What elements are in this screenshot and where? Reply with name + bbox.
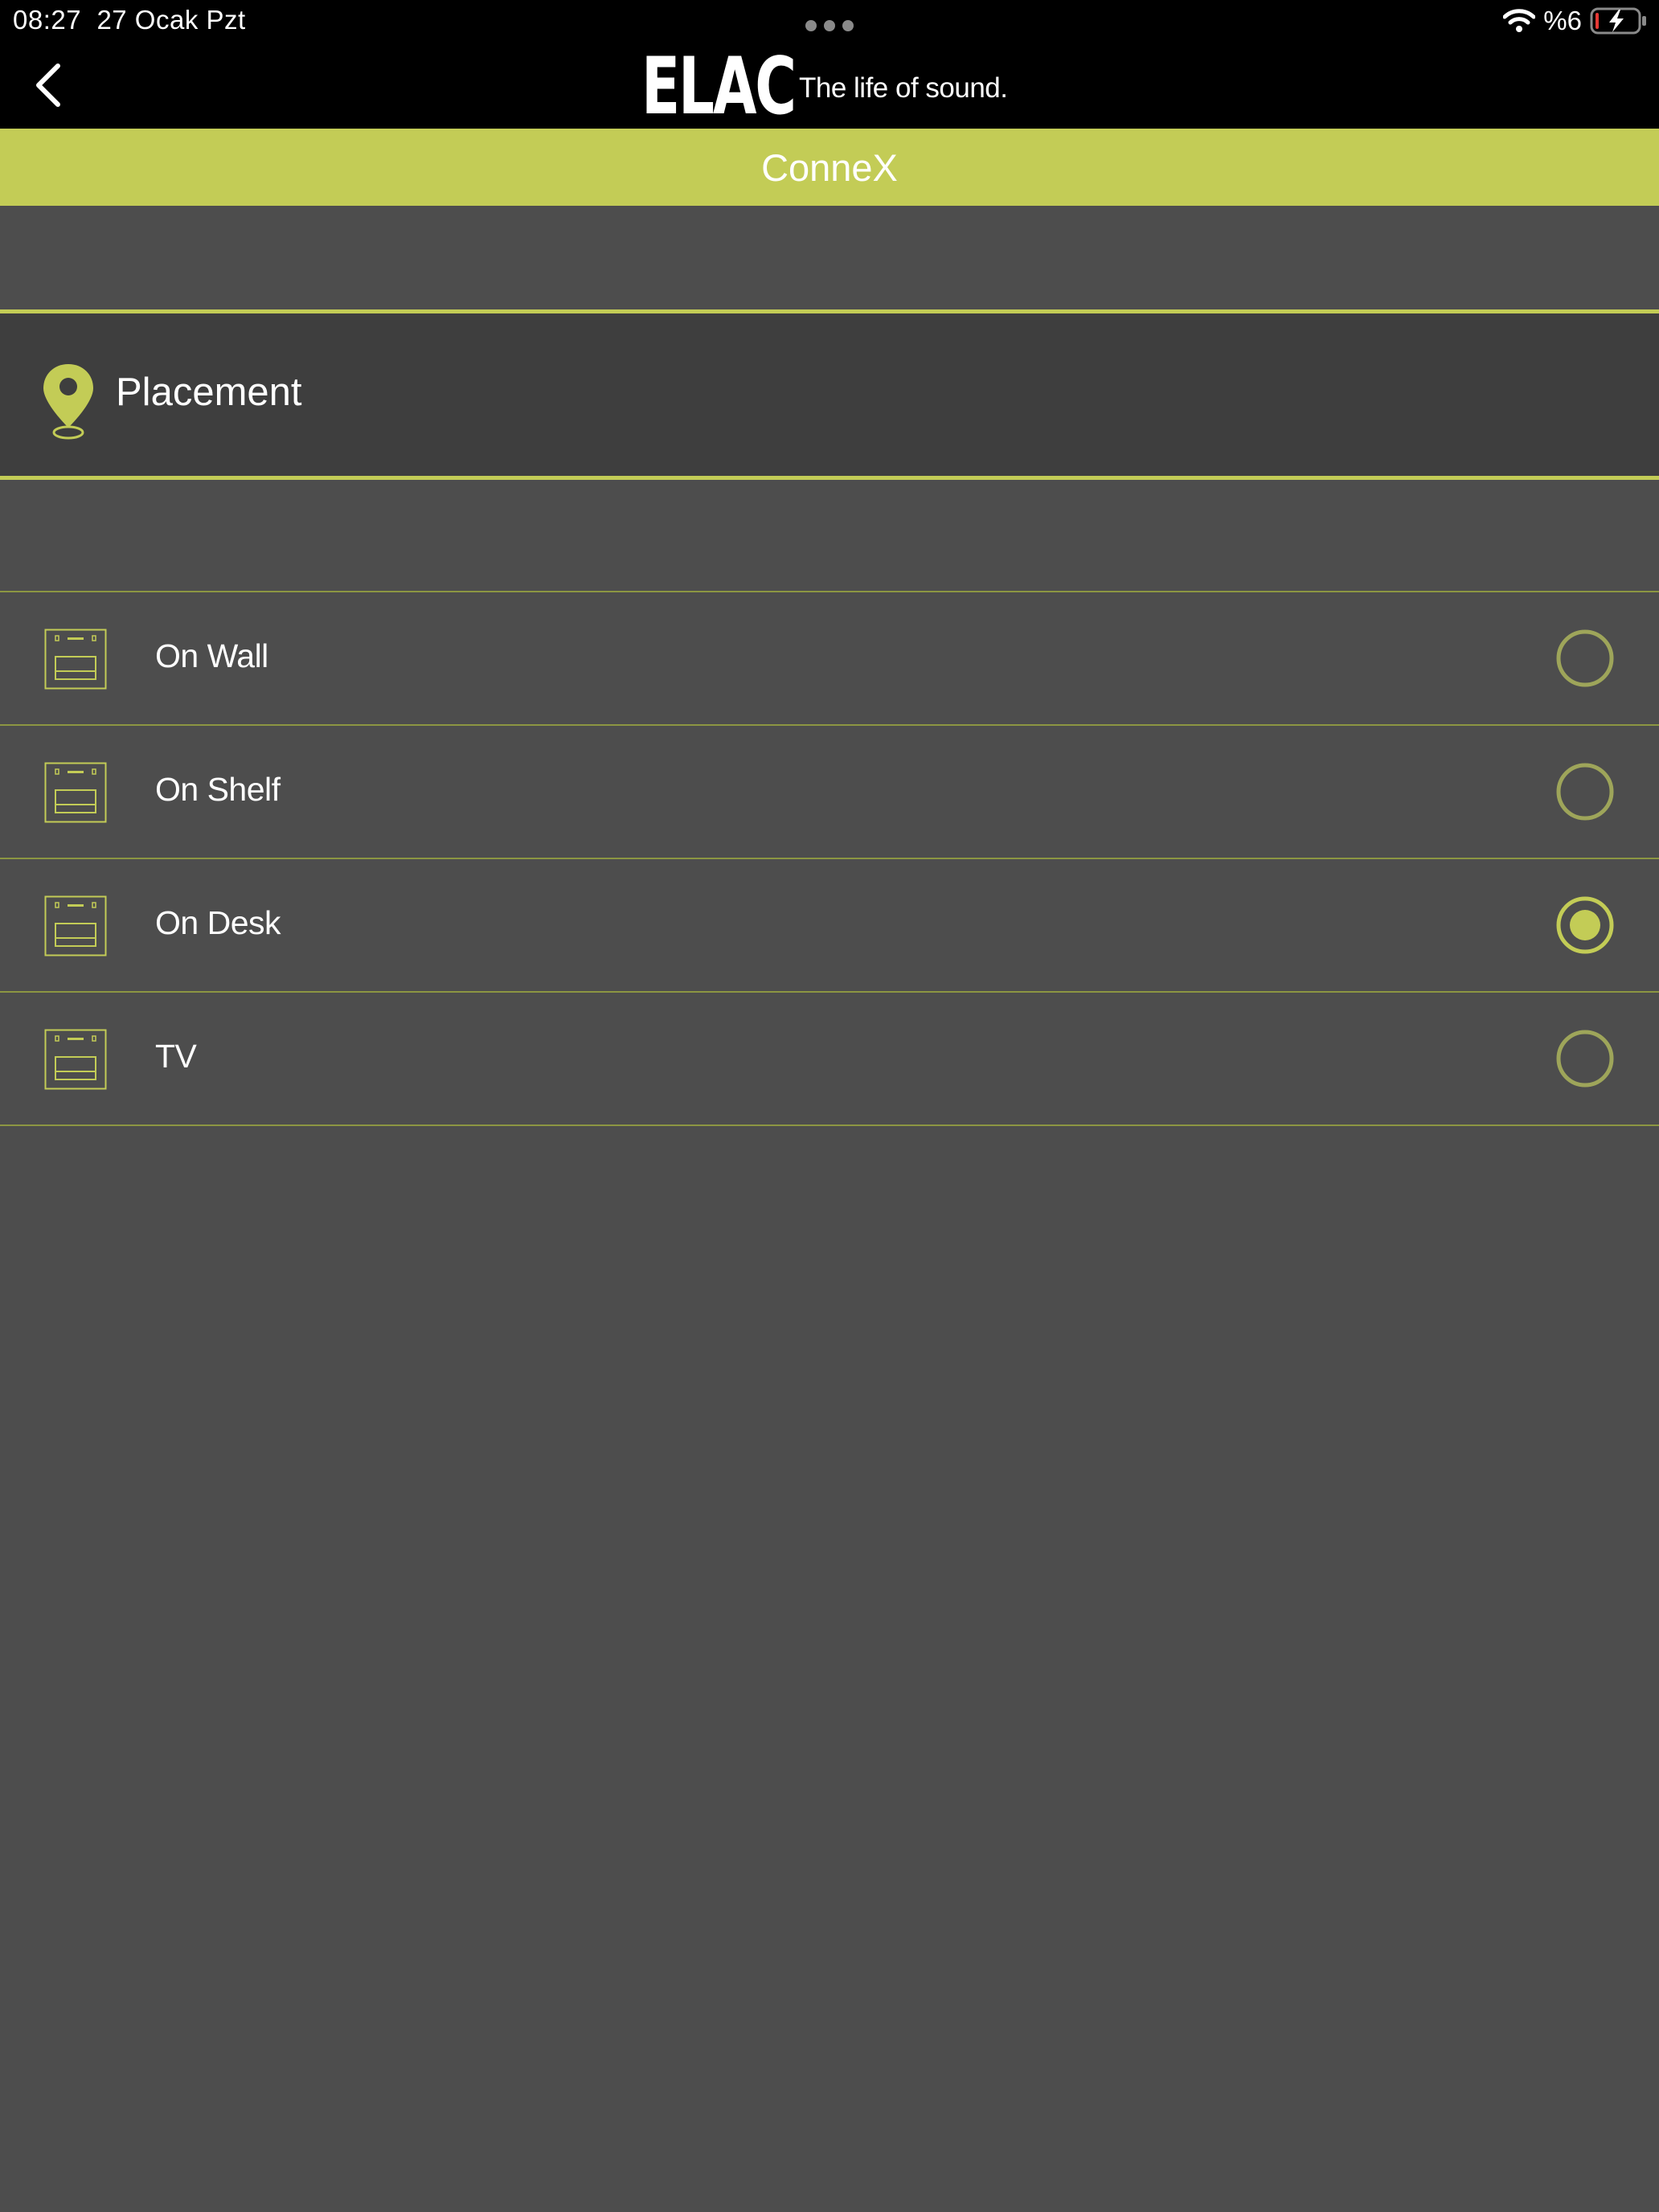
spacer [0,206,1659,309]
section-header: Placement [0,309,1659,480]
status-bar: 08:27 27 Ocak Pzt %6 [0,0,1659,42]
multitasking-dots-icon[interactable] [805,19,854,32]
radio-unselected-icon[interactable] [1556,629,1614,687]
battery-percent: %6 [1543,6,1582,35]
radio-selected-icon[interactable] [1556,896,1614,954]
map-pin-icon [43,364,93,440]
radio-unselected-icon[interactable] [1556,1030,1614,1088]
status-indicators: %6 [1503,5,1648,37]
brand-tagline: The life of sound. [799,72,1008,104]
placement-option-on-wall[interactable]: On Wall [0,591,1659,724]
page-title: ConneX [761,145,898,189]
back-button[interactable] [24,59,72,111]
placement-option-on-desk[interactable]: On Desk [0,858,1659,991]
speaker-placement-icon [44,895,107,956]
status-date: 27 Ocak Pzt [96,5,246,35]
battery-charging-icon [1590,7,1646,35]
wifi-icon [1503,9,1536,32]
placement-option-on-shelf[interactable]: On Shelf [0,724,1659,858]
speaker-placement-icon [44,629,107,690]
status-time-date: 08:27 27 Ocak Pzt [13,5,246,35]
placement-option-label: On Wall [155,637,268,674]
placement-option-label: On Desk [155,904,281,941]
speaker-placement-icon [44,762,107,823]
title-bar: ConneX [0,129,1659,206]
placement-option-label: TV [155,1038,197,1075]
brand: ELAC The life of sound. [641,41,1008,133]
placement-option-tv[interactable]: TV [0,991,1659,1126]
section-title: Placement [116,371,302,414]
nav-bar: ELAC The life of sound. [0,42,1659,129]
placement-option-label: On Shelf [155,771,281,808]
radio-unselected-icon[interactable] [1556,763,1614,821]
chevron-left-icon [36,63,60,107]
speaker-placement-icon [44,1029,107,1090]
status-time: 08:27 [13,5,82,35]
brand-logo: ELAC [641,41,797,133]
placement-option-list: On Wall On Shelf On Desk TV [0,591,1659,1126]
